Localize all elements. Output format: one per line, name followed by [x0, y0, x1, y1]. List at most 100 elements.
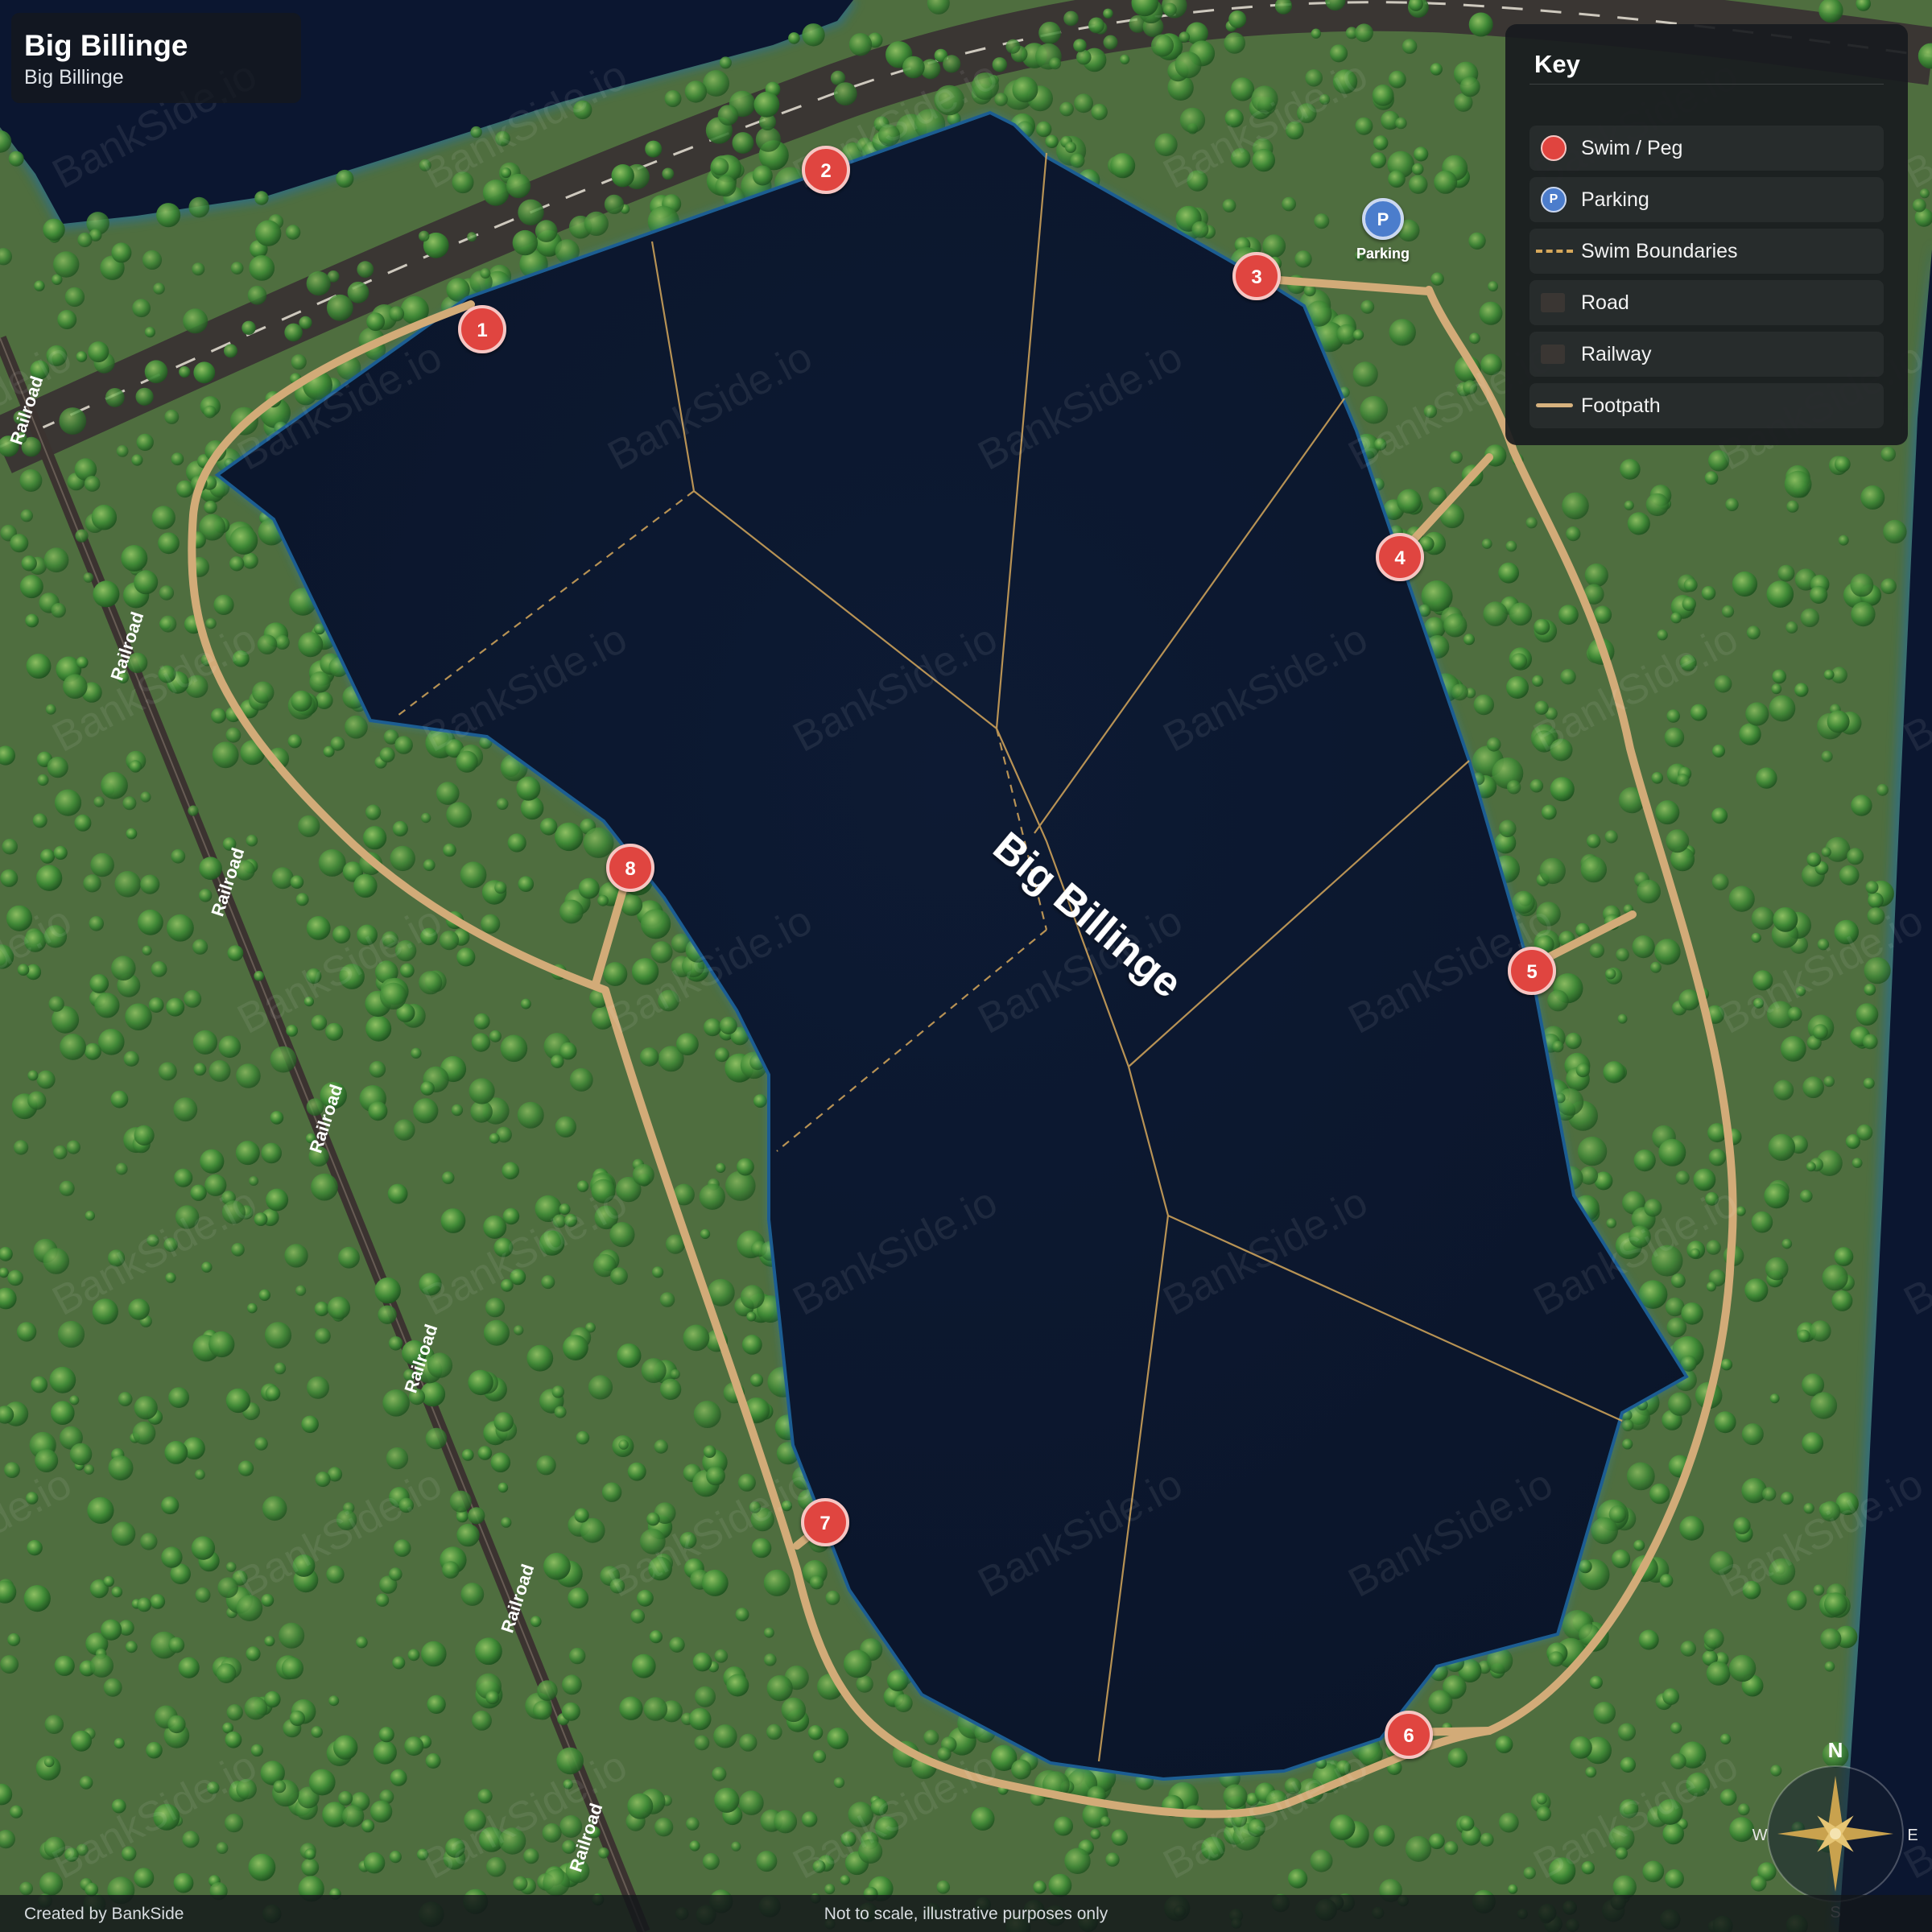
peg-marker-6[interactable]: 6: [1385, 1711, 1433, 1759]
peg-marker-5[interactable]: 5: [1508, 947, 1556, 995]
tree: [330, 736, 345, 751]
tree: [551, 1055, 564, 1068]
tree: [36, 1070, 56, 1089]
tree: [543, 1552, 571, 1580]
tree: [1373, 1825, 1395, 1847]
tree: [461, 1449, 474, 1461]
tree: [34, 280, 45, 291]
tree: [142, 945, 152, 956]
tree: [1468, 12, 1493, 37]
tree: [473, 1013, 490, 1030]
tree: [74, 814, 92, 832]
tree: [1773, 907, 1798, 932]
tree: [1701, 586, 1716, 601]
tree: [49, 1366, 76, 1393]
tree: [1329, 1814, 1356, 1840]
peg-marker-7[interactable]: 7: [801, 1498, 849, 1546]
tree: [195, 1469, 205, 1480]
tree: [108, 1455, 134, 1481]
legend-item-footpath: Footpath: [1530, 383, 1884, 428]
tree: [1191, 221, 1209, 238]
tree: [341, 1805, 365, 1827]
tree: [1665, 1869, 1684, 1889]
tree: [171, 452, 184, 466]
tree: [514, 1325, 524, 1335]
tree: [88, 341, 109, 363]
tree: [101, 771, 128, 799]
tree: [84, 1042, 101, 1060]
peg-number: 8: [625, 858, 635, 880]
tree: [583, 827, 614, 858]
tree: [131, 454, 143, 466]
peg-marker-3[interactable]: 3: [1232, 252, 1281, 300]
tree: [425, 1753, 441, 1769]
tree: [57, 1320, 85, 1348]
peg-marker-2[interactable]: 2: [802, 146, 850, 194]
tree: [158, 1062, 177, 1081]
tree: [379, 982, 407, 1010]
tree: [289, 1710, 305, 1727]
tree: [89, 916, 104, 931]
tree: [569, 1647, 586, 1665]
tree: [739, 1733, 758, 1752]
tree: [311, 1014, 328, 1031]
tree: [53, 251, 80, 278]
tree: [1812, 1024, 1828, 1040]
tree: [632, 1164, 654, 1186]
tree: [639, 1047, 659, 1067]
tree: [1480, 1832, 1494, 1847]
tree: [389, 1567, 402, 1581]
tree: [497, 1482, 509, 1493]
tree: [43, 547, 69, 573]
tree: [45, 704, 56, 715]
tree: [54, 789, 82, 816]
tree: [378, 1727, 394, 1743]
tree: [703, 1445, 716, 1458]
tree: [1570, 1736, 1592, 1759]
tree: [1823, 1075, 1835, 1088]
tree: [1536, 1806, 1552, 1822]
tree: [475, 1637, 502, 1666]
tree: [93, 796, 105, 807]
tree: [1508, 1884, 1518, 1894]
map-legend: Key Swim / Peg P Parking Swim Boundaries…: [1505, 24, 1908, 445]
tree: [485, 1298, 506, 1318]
tree: [146, 1741, 163, 1759]
tree: [1616, 947, 1629, 962]
peg-marker-4[interactable]: 4: [1376, 533, 1424, 581]
tree: [652, 1266, 664, 1278]
tree: [518, 876, 535, 892]
tree: [619, 1696, 643, 1720]
tree: [1711, 873, 1729, 891]
tree: [365, 1015, 392, 1042]
tree: [472, 1711, 492, 1731]
tree: [1372, 85, 1394, 106]
tree: [1566, 526, 1581, 542]
tree: [315, 691, 333, 709]
tree: [21, 555, 37, 572]
peg-marker-8[interactable]: 8: [606, 844, 654, 892]
tree: [686, 1817, 700, 1831]
tree: [140, 791, 151, 803]
tree: [1282, 196, 1296, 212]
tree: [1786, 500, 1799, 513]
tree: [291, 690, 312, 712]
tree: [254, 191, 269, 205]
tree: [132, 1421, 156, 1445]
tree: [1151, 34, 1174, 57]
tree: [254, 971, 265, 981]
tree: [1005, 39, 1021, 54]
tree: [178, 1657, 200, 1678]
peg-marker-1[interactable]: 1: [458, 305, 506, 353]
tree: [1769, 695, 1796, 722]
tree: [140, 874, 160, 894]
tree: [1765, 1257, 1789, 1281]
tree: [1741, 1478, 1767, 1504]
tree: [1876, 783, 1889, 796]
tree: [264, 1322, 292, 1349]
tree: [116, 445, 129, 457]
tree: [229, 526, 258, 555]
tree: [1862, 1034, 1878, 1050]
tree: [31, 1376, 48, 1393]
tree: [807, 1725, 824, 1740]
